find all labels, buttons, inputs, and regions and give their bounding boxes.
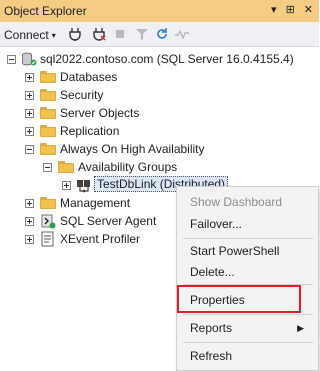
tree-node-label: Replication [60, 124, 120, 138]
menu-separator [183, 238, 313, 239]
tree-node-management[interactable]: Management [0, 194, 176, 212]
folder-icon [40, 197, 56, 209]
expand-icon[interactable] [25, 235, 34, 244]
window-title: Object Explorer [4, 4, 87, 18]
tree-node-availability-groups[interactable]: Availability Groups [0, 158, 250, 176]
close-icon[interactable]: ✕ [304, 3, 313, 16]
object-explorer-title-bar: Object Explorer ▾ ⊞ ✕ [0, 0, 319, 22]
refresh-icon[interactable] [155, 27, 169, 41]
tree-node-label: Always On High Availability [60, 142, 205, 156]
tree-node-always-on[interactable]: Always On High Availability [0, 140, 250, 158]
menu-item-reports[interactable]: Reports [190, 321, 232, 335]
connect-object-icon[interactable] [68, 27, 82, 41]
tree-node-server-objects[interactable]: Server Objects [0, 104, 200, 122]
tree-node-label: Databases [60, 70, 118, 84]
connect-label: Connect [4, 28, 49, 42]
menu-item-delete[interactable]: Delete... [190, 265, 235, 279]
tree-node-xevent-profiler[interactable]: XEvent Profiler [0, 230, 176, 248]
tree-node-label: XEvent Profiler [60, 232, 141, 246]
filter-icon[interactable] [135, 27, 149, 41]
expand-icon[interactable] [25, 91, 34, 100]
tree-node-label: Availability Groups [78, 160, 178, 174]
menu-item-refresh[interactable]: Refresh [190, 349, 232, 363]
folder-icon [40, 107, 56, 119]
folder-icon [58, 161, 74, 173]
menu-item-show-dashboard[interactable]: Show Dashboard [190, 195, 282, 209]
menu-separator [183, 342, 313, 343]
activity-monitor-icon[interactable] [175, 27, 189, 41]
properties-highlight-box [177, 285, 301, 313]
expand-icon[interactable] [62, 181, 71, 190]
tree-node-sql-server-agent[interactable]: SQL Server Agent [0, 212, 176, 230]
context-menu: Show Dashboard Failover... Start PowerSh… [176, 186, 319, 371]
profiler-icon [40, 231, 56, 250]
submenu-arrow-icon: ▶ [297, 323, 304, 333]
expand-icon[interactable] [25, 217, 34, 226]
menu-item-start-powershell[interactable]: Start PowerShell [190, 244, 279, 258]
tree-node-server[interactable]: sql2022.contoso.com (SQL Server 16.0.415… [0, 50, 319, 68]
tree-node-databases[interactable]: Databases [0, 68, 200, 86]
menu-separator [183, 314, 313, 315]
tree-node-label: SQL Server Agent [60, 214, 157, 228]
auto-hide-icon[interactable]: ⊞ [286, 3, 295, 16]
folder-icon [40, 71, 56, 83]
expand-icon[interactable] [25, 109, 34, 118]
pin-icon[interactable]: ▾ [271, 3, 277, 16]
folder-icon [40, 143, 56, 155]
expand-icon[interactable] [25, 127, 34, 136]
stop-icon[interactable] [113, 27, 127, 41]
tree-node-security[interactable]: Security [0, 86, 200, 104]
tree-node-label: Server Objects [60, 106, 140, 120]
menu-item-failover[interactable]: Failover... [190, 217, 242, 231]
folder-icon [40, 125, 56, 137]
object-explorer-toolbar: Connect ▾ [0, 22, 319, 47]
collapse-icon[interactable] [25, 145, 34, 154]
title-bar-buttons: ▾ ⊞ ✕ [271, 3, 313, 16]
connect-dropdown-icon[interactable]: ▾ [52, 31, 56, 40]
disconnect-icon[interactable] [92, 27, 106, 41]
tree-node-replication[interactable]: Replication [0, 122, 200, 140]
expand-icon[interactable] [25, 199, 34, 208]
collapse-icon[interactable] [7, 55, 16, 64]
server-label: sql2022.contoso.com (SQL Server 16.0.415… [40, 52, 294, 66]
expand-icon[interactable] [25, 73, 34, 82]
connect-button[interactable]: Connect ▾ [4, 28, 56, 42]
tree-node-label: Security [60, 88, 104, 102]
folder-icon [40, 89, 56, 101]
tree-node-label: Management [60, 196, 131, 210]
collapse-icon[interactable] [43, 163, 52, 172]
